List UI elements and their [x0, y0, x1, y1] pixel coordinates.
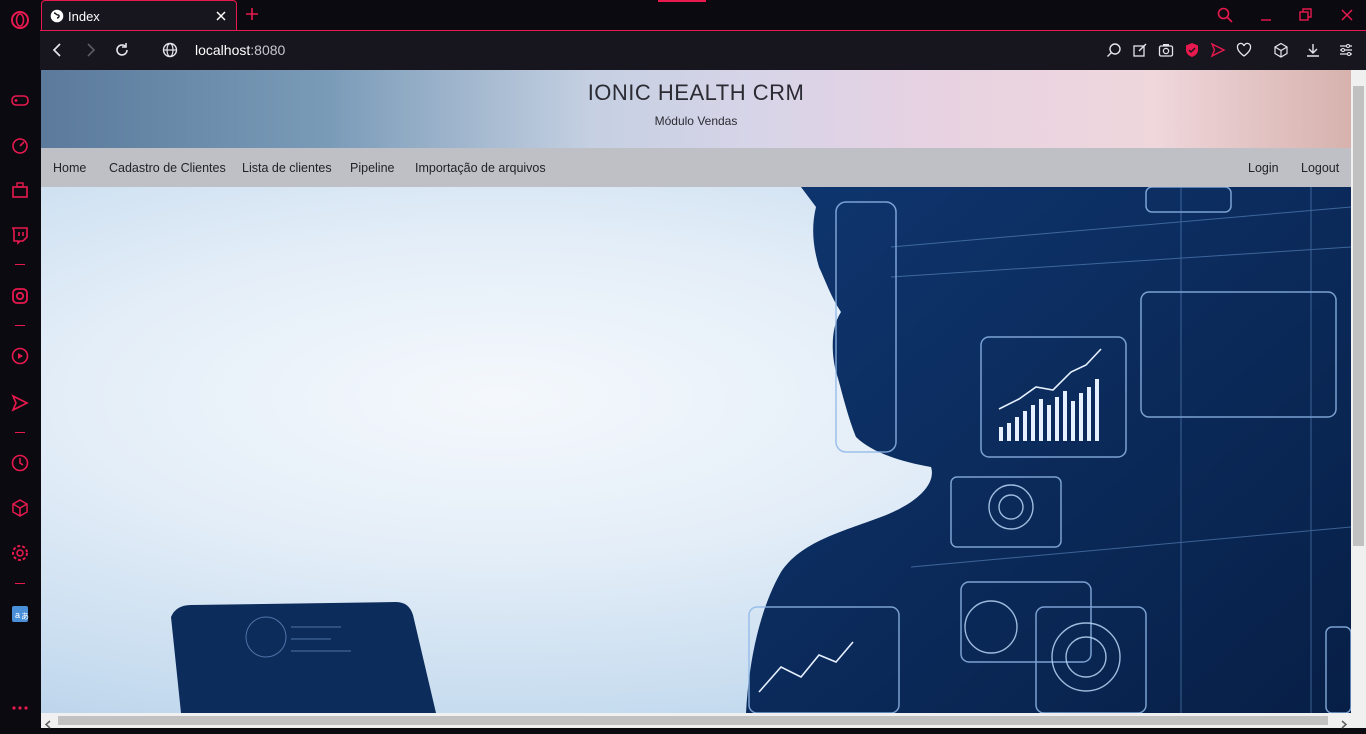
speed-dial-icon[interactable] [8, 133, 32, 157]
sidebar-separator [15, 432, 25, 433]
nav-home[interactable]: Home [53, 161, 86, 175]
horizontal-scroll-thumb[interactable] [58, 716, 1328, 725]
laptop-shape [171, 602, 436, 713]
download-icon[interactable] [1305, 42, 1321, 58]
translate-icon[interactable]: aあ [8, 602, 32, 626]
hero-image [41, 187, 1351, 713]
twitch-icon[interactable] [8, 223, 32, 247]
camera-icon[interactable] [1158, 42, 1174, 58]
page-search-icon[interactable] [1106, 42, 1122, 58]
nav-cadastro-clientes[interactable]: Cadastro de Clientes [109, 161, 226, 175]
svg-text:a: a [15, 610, 20, 620]
settings-icon[interactable] [8, 541, 32, 565]
instagram-icon[interactable] [8, 284, 32, 308]
page-viewport: IONIC HEALTH CRM Módulo Vendas Home Cada… [41, 70, 1351, 713]
hero-illustration [171, 187, 1351, 713]
site-header: IONIC HEALTH CRM Módulo Vendas [41, 70, 1351, 148]
sidebar-separator [15, 583, 25, 584]
page-title: IONIC HEALTH CRM [587, 80, 805, 105]
gamepad-icon[interactable] [8, 88, 32, 112]
url-port: :8080 [250, 42, 286, 58]
cube-icon[interactable] [8, 496, 32, 520]
search-tabs-icon[interactable] [1216, 6, 1234, 24]
forward-icon[interactable] [81, 41, 99, 59]
site-info-globe-icon[interactable] [161, 41, 179, 59]
scroll-left-icon[interactable] [44, 716, 53, 729]
horizontal-scrollbar[interactable] [41, 713, 1366, 729]
scroll-right-icon[interactable] [1339, 716, 1348, 729]
sidebar-separator [15, 264, 25, 265]
flow-send-icon[interactable] [1210, 42, 1226, 58]
close-window-icon[interactable] [1338, 6, 1356, 24]
globe-icon [50, 9, 64, 23]
vertical-scroll-thumb[interactable] [1353, 86, 1364, 546]
svg-text:あ: あ [21, 612, 29, 621]
nav-lista-clientes[interactable]: Lista de clientes [242, 161, 332, 175]
restore-icon[interactable] [1296, 6, 1314, 24]
nav-logout[interactable]: Logout [1301, 161, 1339, 175]
new-tab-icon[interactable] [244, 6, 260, 22]
address-bar: localhost:8080 [40, 30, 1366, 70]
more-icon[interactable] [8, 696, 32, 720]
minimize-icon[interactable] [1257, 6, 1275, 24]
send-icon[interactable] [8, 391, 32, 415]
sidebar-separator [15, 325, 25, 326]
opera-logo-icon[interactable] [8, 8, 32, 32]
easy-setup-icon[interactable] [1338, 42, 1354, 58]
browser-sidebar: aあ [0, 0, 40, 728]
url-field[interactable]: localhost:8080 [195, 42, 285, 58]
nav-importacao-arquivos[interactable]: Importação de arquivos [415, 161, 546, 175]
cube-icon[interactable] [1273, 42, 1289, 58]
tab-bar-accent [658, 0, 706, 2]
nav-pipeline[interactable]: Pipeline [350, 161, 394, 175]
close-tab-icon[interactable] [214, 9, 228, 23]
tab-bar: Index [40, 0, 1366, 31]
url-host: localhost [195, 42, 251, 58]
history-icon[interactable] [8, 451, 32, 475]
vertical-scrollbar[interactable] [1351, 70, 1366, 713]
extensions-icon[interactable] [8, 178, 32, 202]
nav-login[interactable]: Login [1248, 161, 1279, 175]
heart-icon[interactable] [1236, 42, 1252, 58]
player-icon[interactable] [8, 344, 32, 368]
page-subtitle: Módulo Vendas [654, 114, 738, 128]
site-nav: Home Cadastro de Clientes Lista de clien… [41, 148, 1351, 187]
edit-icon[interactable] [1132, 42, 1148, 58]
back-icon[interactable] [49, 41, 67, 59]
reload-icon[interactable] [113, 41, 131, 59]
tab-index[interactable]: Index [41, 0, 237, 31]
ad-blocker-shield-icon[interactable] [1184, 42, 1200, 58]
tab-title: Index [68, 8, 100, 24]
